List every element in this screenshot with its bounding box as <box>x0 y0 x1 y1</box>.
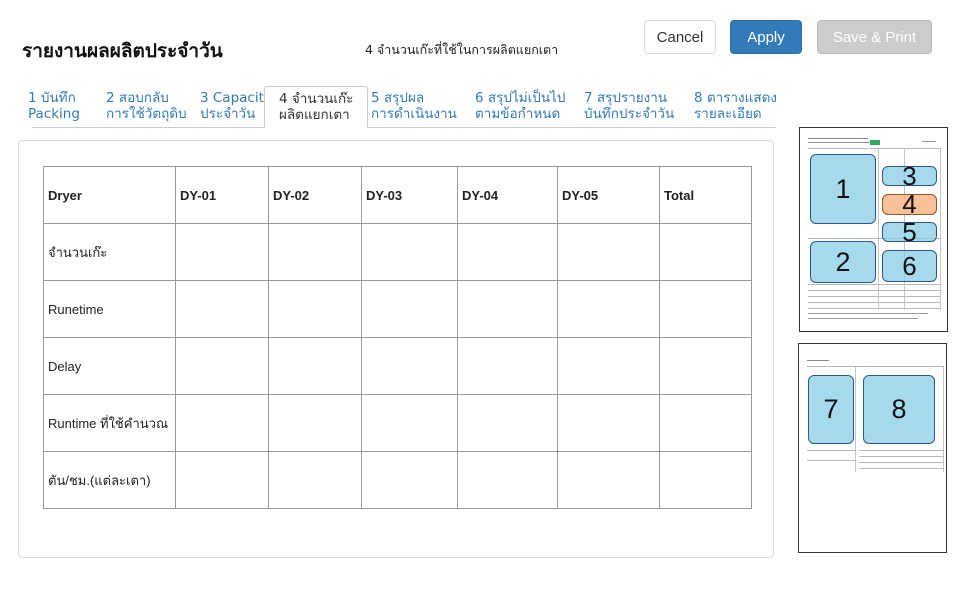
tab-label-line1: 6 สรุปไม่เป็นไป <box>475 90 566 106</box>
tab-label-line1: 1 บันทึก <box>28 90 76 106</box>
zone-label: 5 <box>902 216 917 247</box>
tab-7-daily-report[interactable]: 7 สรุปรายงาน บันทึกประจำวัน <box>584 90 674 122</box>
tab-3-capacity[interactable]: 3 Capacity ประจำวัน <box>200 90 272 122</box>
tab-label-line2: การดำเนินงาน <box>371 106 457 122</box>
table-cell[interactable] <box>268 223 362 281</box>
report-zone-2[interactable]: 2 <box>810 241 876 283</box>
report-page-1-thumbnail: 1 2 3 4 5 6 <box>799 127 948 332</box>
table-row: Delay <box>43 337 752 395</box>
table-cell[interactable] <box>175 223 269 281</box>
tab-label-line2: ประจำวัน <box>200 106 256 122</box>
report-zone-1[interactable]: 1 <box>810 154 876 224</box>
column-header: DY-02 <box>268 166 362 224</box>
table-cell[interactable] <box>361 451 458 509</box>
table-cell[interactable] <box>268 337 362 395</box>
tab-label-line1: 3 Capacity <box>200 90 272 106</box>
tab-2-traceback[interactable]: 2 สอบกลับ การใช้วัตถุดิบ <box>106 90 187 122</box>
tab-label-line2: บันทึกประจำวัน <box>584 106 675 122</box>
page-title: รายงานผลผลิตประจำวัน <box>22 40 223 62</box>
section-subtitle: 4 จำนวนเก๊ะที่ใช้ในการผลิตแยกเตา <box>365 42 559 57</box>
table-cell[interactable] <box>457 337 558 395</box>
cancel-button[interactable]: Cancel <box>644 20 716 54</box>
table-cell[interactable] <box>361 337 458 395</box>
dryer-table: Dryer DY-01 DY-02 DY-03 DY-04 DY-05 Tota… <box>43 166 752 509</box>
tab-4-trays-per-dryer[interactable]: 4 จำนวนเก๊ะ ผลิตแยกเตา <box>264 86 369 128</box>
column-header: DY-03 <box>361 166 458 224</box>
tab-1-packing[interactable]: 1 บันทึก Packing <box>28 90 80 122</box>
column-header: Total <box>659 166 752 224</box>
column-header: Dryer <box>43 166 176 224</box>
table-cell[interactable] <box>557 280 660 338</box>
table-cell[interactable] <box>457 394 558 452</box>
table-cell[interactable] <box>175 280 269 338</box>
tab-6-nonconformance[interactable]: 6 สรุปไม่เป็นไป ตามข้อกำหนด <box>475 90 565 122</box>
table-cell[interactable] <box>659 280 752 338</box>
table-cell[interactable] <box>557 223 660 281</box>
row-label: Runtime ที่ใช้คำนวณ <box>43 394 176 452</box>
tab-label-line1: 2 สอบกลับ <box>106 90 169 106</box>
table-row: Runtime ที่ใช้คำนวณ <box>43 394 752 452</box>
table-cell[interactable] <box>361 394 458 452</box>
table-cell[interactable] <box>175 337 269 395</box>
zone-label: 1 <box>835 173 851 204</box>
zone-label: 7 <box>823 394 839 424</box>
tab-8-detail-table[interactable]: 8 ตารางแสดง รายละเอียด <box>694 90 777 122</box>
zone-label: 2 <box>835 246 851 277</box>
table-cell[interactable] <box>557 394 660 452</box>
table-cell[interactable] <box>175 451 269 509</box>
table-cell[interactable] <box>659 337 752 395</box>
report-zone-5[interactable]: 5 <box>882 217 937 247</box>
column-header: DY-01 <box>175 166 269 224</box>
tab-label-line1: 8 ตารางแสดง <box>694 90 777 106</box>
tab-label-line2: รายละเอียด <box>694 106 762 122</box>
table-cell[interactable] <box>659 394 752 452</box>
table-cell[interactable] <box>268 280 362 338</box>
table-cell[interactable] <box>659 451 752 509</box>
table-cell[interactable] <box>457 280 558 338</box>
tab-label-line1: 7 สรุปรายงาน <box>584 90 668 106</box>
table-cell[interactable] <box>557 337 660 395</box>
tab-label-line2: Packing <box>28 106 80 122</box>
tab-label-line2: ตามข้อกำหนด <box>475 106 561 122</box>
row-label: ตัน/ชม.(แต่ละเตา) <box>43 451 176 509</box>
tab-label-line2: ผลิตแยกเตา <box>279 107 350 123</box>
table-row: ตัน/ชม.(แต่ละเตา) <box>43 451 752 509</box>
report-page-2-thumbnail: 7 8 <box>798 343 947 553</box>
row-label: Runetime <box>43 280 176 338</box>
zone-label: 3 <box>902 160 917 191</box>
tab-5-summary[interactable]: 5 สรุปผล การดำเนินงาน <box>371 90 457 122</box>
report-zone-3[interactable]: 3 <box>882 161 937 191</box>
row-label: จำนวนเก๊ะ <box>43 223 176 281</box>
table-cell[interactable] <box>457 223 558 281</box>
table-cell[interactable] <box>361 223 458 281</box>
zone-label: 6 <box>902 250 917 281</box>
report-zone-8[interactable]: 8 <box>863 375 935 444</box>
table-row: จำนวนเก๊ะ <box>43 223 752 281</box>
table-cell[interactable] <box>457 451 558 509</box>
apply-button[interactable]: Apply <box>730 20 802 54</box>
tab-label-line1: 4 จำนวนเก๊ะ <box>279 91 354 107</box>
table-cell[interactable] <box>361 280 458 338</box>
table-cell[interactable] <box>268 394 362 452</box>
report-zone-4[interactable]: 4 <box>882 189 937 219</box>
column-header: DY-05 <box>557 166 660 224</box>
table-cell[interactable] <box>557 451 660 509</box>
table-row: Runetime <box>43 280 752 338</box>
table-header-row: Dryer DY-01 DY-02 DY-03 DY-04 DY-05 Tota… <box>43 166 752 224</box>
tab-label-line1: 5 สรุปผล <box>371 90 425 106</box>
save-print-button[interactable]: Save & Print <box>817 20 932 54</box>
report-zone-7[interactable]: 7 <box>808 375 854 444</box>
zone-label: 4 <box>902 189 917 219</box>
tab-label-line2: การใช้วัตถุดิบ <box>106 106 187 122</box>
table-cell[interactable] <box>175 394 269 452</box>
table-cell[interactable] <box>659 223 752 281</box>
report-zone-6[interactable]: 6 <box>882 250 937 282</box>
column-header: DY-04 <box>457 166 558 224</box>
row-label: Delay <box>43 337 176 395</box>
tab-bar-divider <box>32 127 776 128</box>
zone-label: 8 <box>891 394 907 424</box>
table-cell[interactable] <box>268 451 362 509</box>
